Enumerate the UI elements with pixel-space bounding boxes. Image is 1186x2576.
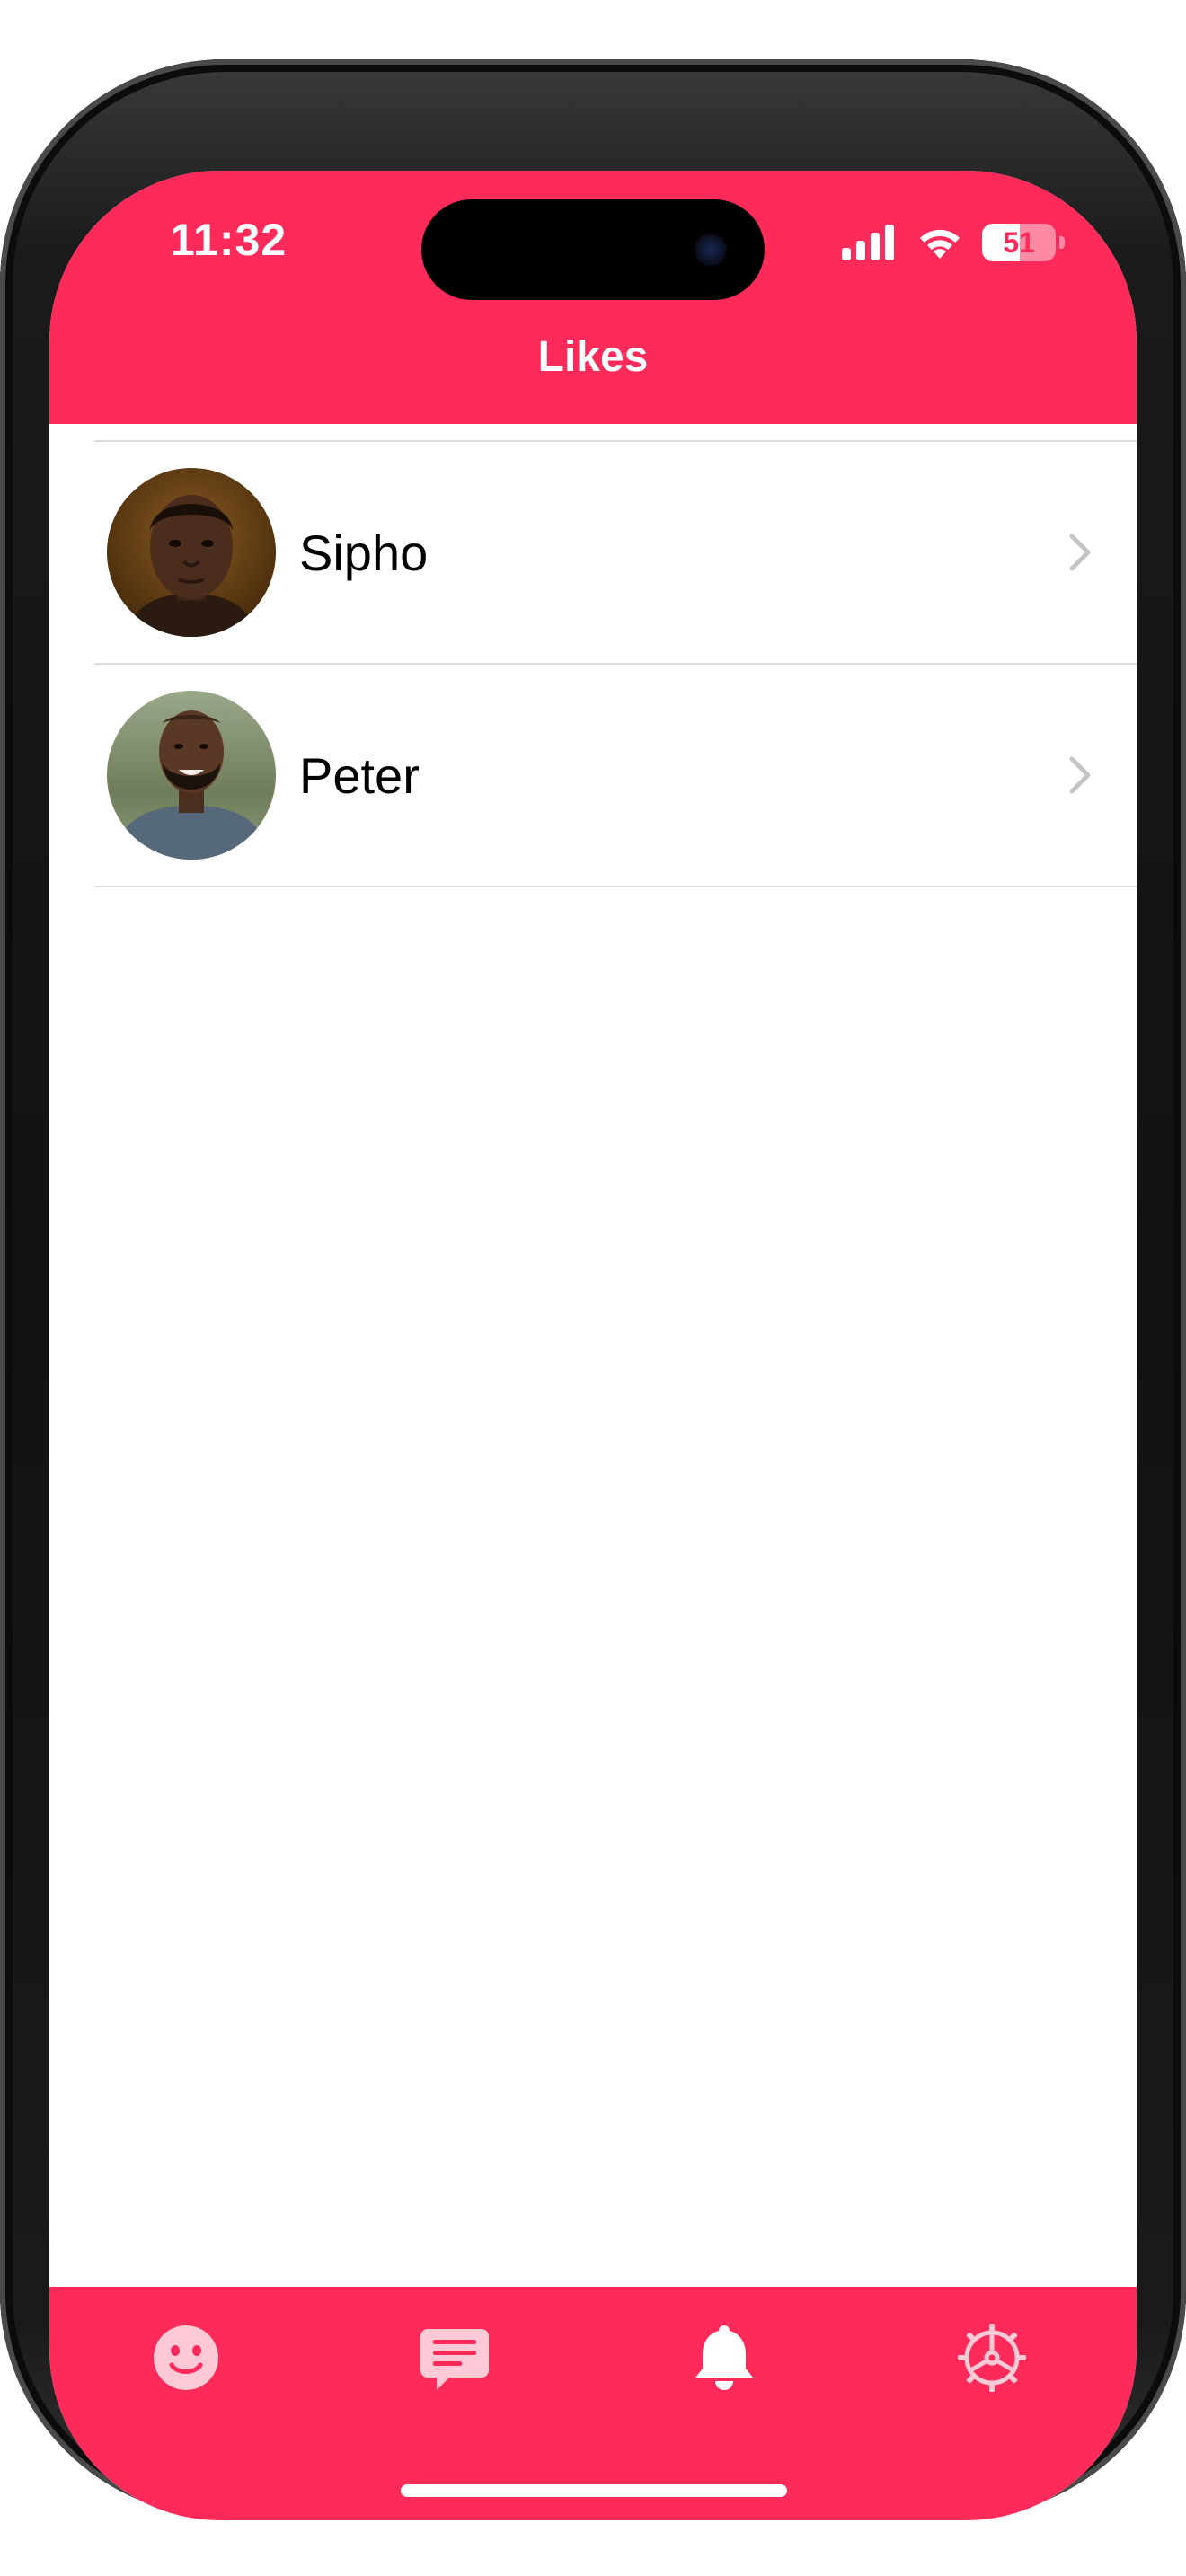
contact-name: Peter — [299, 746, 420, 804]
page-title: Likes — [537, 333, 649, 381]
tab-settings[interactable] — [951, 2317, 1032, 2398]
battery-level: 51 — [1003, 225, 1035, 259]
chevron-right-icon — [1069, 756, 1091, 794]
battery-tip — [1059, 236, 1065, 249]
chevron-right-icon — [1069, 534, 1091, 571]
nav-header: 11:32 51 Likes — [49, 171, 1137, 424]
wifi-icon — [920, 229, 960, 259]
phone-frame: 11:32 51 Likes Sipho Peter — [0, 59, 1186, 2520]
list-separator — [94, 424, 1137, 442]
bell-icon — [695, 2325, 753, 2390]
status-time: 11:32 — [170, 215, 288, 265]
phone-screen: 11:32 51 Likes Sipho Peter — [49, 171, 1137, 2520]
status-indicators: 51 — [842, 221, 1065, 264]
tab-bar — [49, 2287, 1137, 2520]
page: 11:32 51 Likes Sipho Peter — [0, 0, 1186, 2576]
list-item[interactable]: Sipho — [94, 442, 1137, 665]
avatar-photo — [107, 691, 276, 860]
signal-icon — [842, 225, 894, 260]
avatar — [107, 691, 276, 860]
avatar — [107, 468, 276, 637]
chat-bubble-icon — [420, 2329, 489, 2390]
likes-list: Sipho Peter — [49, 424, 1137, 887]
tab-messages[interactable] — [414, 2317, 495, 2398]
camera-icon — [695, 234, 727, 266]
battery-icon: 51 — [982, 224, 1056, 261]
dynamic-island — [421, 199, 765, 300]
tab-smiley[interactable] — [146, 2317, 226, 2398]
smiley-icon — [154, 2325, 218, 2390]
list-item[interactable]: Peter — [94, 665, 1137, 887]
contact-name: Sipho — [299, 524, 429, 581]
tab-notifications[interactable] — [684, 2317, 765, 2398]
gear-icon — [958, 2324, 1026, 2392]
home-indicator[interactable] — [401, 2484, 787, 2497]
avatar-photo — [107, 468, 276, 637]
